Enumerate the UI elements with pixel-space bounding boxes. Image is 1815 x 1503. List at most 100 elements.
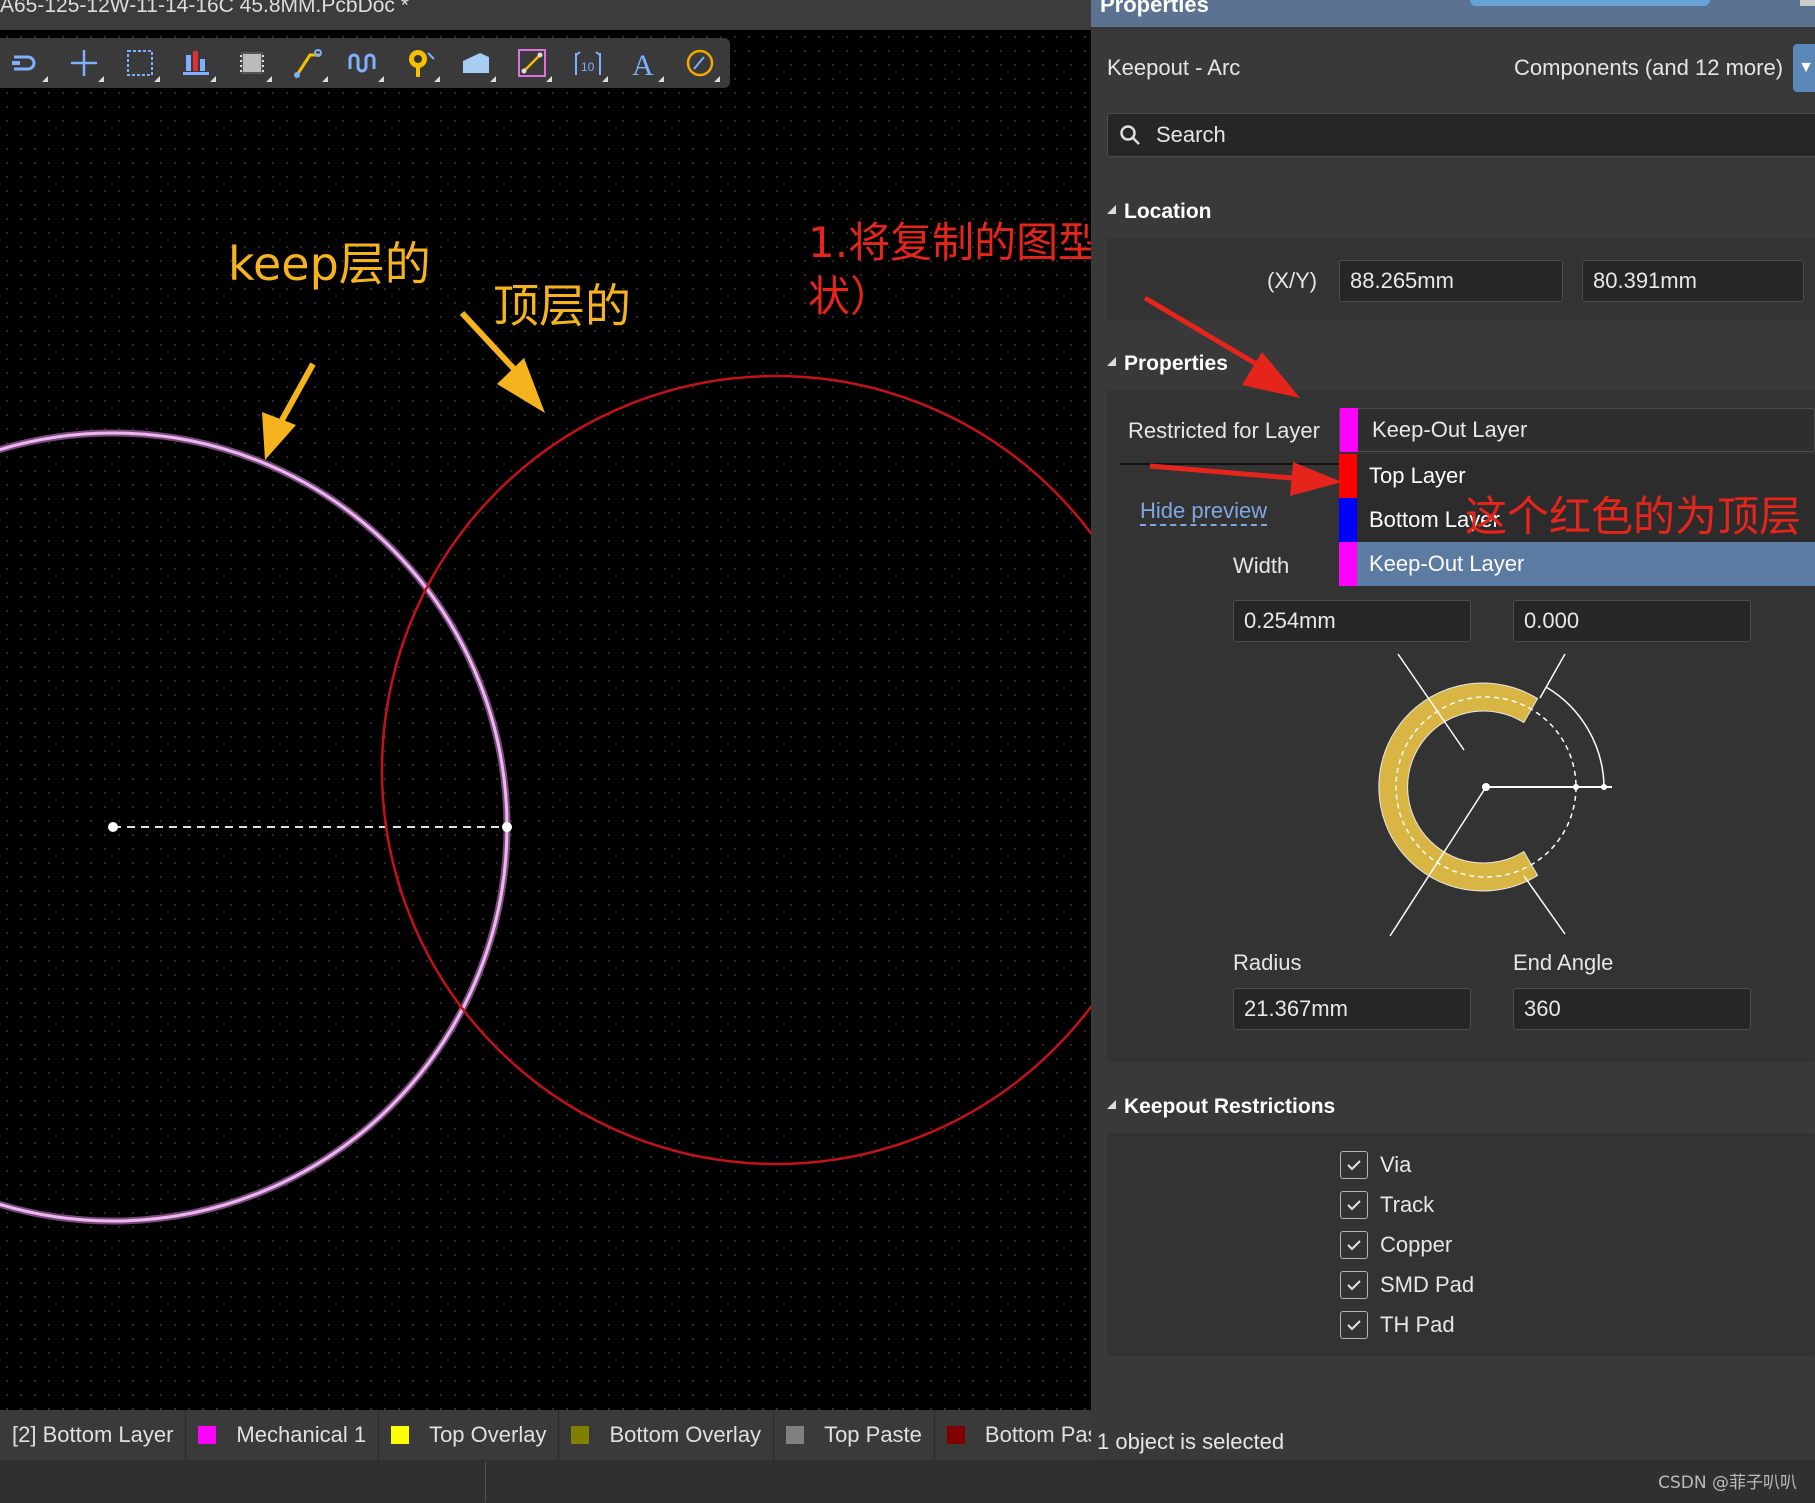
location-heading: Location — [1124, 200, 1212, 223]
checkbox-label: Via — [1380, 1152, 1412, 1177]
layer-tab-label: Bottom Overlay — [609, 1422, 762, 1447]
keepout-th-pad-checkbox[interactable]: TH Pad — [1340, 1311, 1455, 1339]
text-icon[interactable]: A — [616, 38, 672, 88]
layer-tab-bottom-overlay[interactable]: Bottom Overlay — [559, 1410, 775, 1460]
layer-color-swatch — [391, 1426, 410, 1444]
checkbox-label: SMD Pad — [1380, 1272, 1475, 1297]
keepout-smd-pad-checkbox[interactable]: SMD Pad — [1340, 1271, 1474, 1299]
selection-status: 1 object is selected — [1097, 1429, 1285, 1454]
top-layer-arc[interactable] — [380, 374, 1091, 1166]
end-angle-label: End Angle — [1513, 950, 1614, 975]
checkbox-label: TH Pad — [1380, 1312, 1455, 1337]
layer-tab-bottom-paste[interactable]: Bottom Past — [935, 1410, 1091, 1460]
width-label: Width — [1233, 553, 1290, 578]
dropdown-option-label: Keep-Out Layer — [1369, 551, 1525, 576]
divider — [1120, 463, 1340, 465]
track-icon[interactable] — [280, 38, 336, 88]
component-icon[interactable] — [224, 38, 280, 88]
search-icon — [1120, 125, 1140, 145]
fill-icon[interactable] — [448, 38, 504, 88]
layer-tab-top-overlay[interactable]: Top Overlay — [379, 1410, 560, 1460]
arc-radius-handle[interactable] — [502, 822, 512, 832]
keepout-via-checkbox[interactable]: Via — [1340, 1151, 1411, 1179]
interactive-tune-icon[interactable] — [336, 38, 392, 88]
checkbox-checked-icon — [1340, 1151, 1368, 1179]
align-icon[interactable] — [168, 38, 224, 88]
keepout-section — [1107, 1133, 1815, 1356]
properties-section-header[interactable]: Properties — [1107, 352, 1228, 376]
location-section-header[interactable]: Location — [1107, 200, 1212, 224]
layer-color-swatch — [786, 1426, 805, 1444]
arc-icon[interactable] — [672, 38, 728, 88]
svg-text:10: 10 — [581, 60, 595, 74]
status-bar — [0, 1460, 1815, 1503]
arc-center-handle[interactable] — [108, 822, 118, 832]
layer-color-swatch — [1339, 498, 1357, 542]
dropdown-option-keep-out-layer[interactable]: Keep-Out Layer — [1339, 542, 1815, 586]
radius-label: Radius — [1233, 950, 1302, 975]
canvas-toolbar: 10 A — [0, 38, 730, 88]
dropdown-option-label: Top Layer — [1369, 463, 1466, 488]
filter-icon[interactable]: ▼ — [1793, 44, 1815, 92]
document-title: A65-125-12W-11-14-16C 45.8MM.PcbDoc * — [0, 0, 409, 17]
checkbox-checked-icon — [1340, 1231, 1368, 1259]
layer-tab-top-paste[interactable]: Top Paste — [774, 1410, 935, 1460]
restricted-layer-label: Restricted for Layer — [1128, 418, 1320, 443]
keepout-copper-checkbox[interactable]: Copper — [1340, 1231, 1452, 1259]
selection-filter-label[interactable]: Components (and 12 more) — [1514, 55, 1783, 81]
search-input[interactable]: Search — [1107, 113, 1815, 157]
layer-color-swatch — [198, 1426, 217, 1444]
top-layer-annotation: 顶层的 — [493, 279, 631, 333]
x-location-field[interactable]: 88.265mm — [1339, 260, 1563, 302]
layer-color-swatch — [1339, 454, 1357, 498]
layer-color-swatch — [946, 1426, 965, 1444]
radius-field[interactable]: 21.367mm — [1233, 988, 1471, 1030]
place-via-icon[interactable] — [392, 38, 448, 88]
layer-tab-label: Bottom Past — [984, 1422, 1091, 1447]
keep-arrow-icon — [262, 362, 316, 460]
keepout-section-header[interactable]: Keepout Restrictions — [1107, 1095, 1335, 1119]
checkbox-label: Copper — [1380, 1232, 1453, 1257]
checkbox-checked-icon — [1340, 1191, 1368, 1219]
y-location-field[interactable]: 80.391mm — [1582, 260, 1804, 302]
panel-tab-indicator[interactable] — [1470, 0, 1710, 6]
line-icon[interactable] — [504, 38, 560, 88]
hide-preview-link[interactable]: Hide preview — [1140, 498, 1268, 526]
checkbox-label: Track — [1380, 1192, 1435, 1217]
keep-layer-annotation: keep层的 — [228, 237, 431, 291]
checkbox-checked-icon — [1340, 1271, 1368, 1299]
layer-tab-label: [2] Bottom Layer — [12, 1422, 174, 1447]
layer-color-swatch — [1340, 408, 1358, 452]
layer-tab-mechanical-1[interactable]: Mechanical 1 — [186, 1410, 380, 1460]
select-rect-icon[interactable] — [112, 38, 168, 88]
watermark: CSDN @菲子叭叭 — [1658, 1473, 1797, 1493]
layer-tab-label: Mechanical 1 — [236, 1422, 367, 1447]
width-field[interactable]: 0.254mm — [1233, 600, 1471, 642]
restricted-layer-value: Keep-Out Layer — [1372, 417, 1528, 442]
keepout-track-checkbox[interactable]: Track — [1340, 1191, 1434, 1219]
note-red-is-top-layer: 这个红色的为顶层 — [1465, 492, 1802, 541]
checkbox-checked-icon — [1340, 1311, 1368, 1339]
layer-tab-label: Top Paste — [824, 1422, 922, 1447]
start-angle-field[interactable]: 0.000 — [1513, 600, 1751, 642]
layer-tab-bar: [2] Bottom Layer Mechanical 1 Top Overla… — [0, 1410, 1091, 1460]
layer-tab-bottom-layer[interactable]: [2] Bottom Layer — [0, 1410, 187, 1460]
end-angle-field[interactable]: 360 — [1513, 988, 1751, 1030]
panel-menu-icon[interactable] — [1800, 0, 1815, 6]
search-placeholder: Search — [1156, 122, 1226, 147]
object-type-label: Keepout - Arc — [1107, 55, 1241, 80]
document-tab[interactable]: A65-125-12W-11-14-16C 45.8MM.PcbDoc * — [0, 0, 1091, 30]
properties-heading: Properties — [1124, 352, 1228, 375]
layer-color-swatch — [1339, 542, 1357, 586]
status-separator — [485, 1462, 486, 1502]
restricted-layer-select[interactable]: Keep-Out Layer — [1339, 408, 1815, 452]
xy-label: (X/Y) — [1267, 268, 1318, 293]
layer-color-swatch — [571, 1426, 590, 1444]
arc-preview-diagram — [1378, 653, 1612, 937]
panel-title: Properties — [1100, 0, 1209, 17]
crosshair-icon[interactable] — [56, 38, 112, 88]
layer-tab-label: Top Overlay — [429, 1422, 547, 1447]
dimension-icon[interactable]: 10 — [560, 38, 616, 88]
route-icon[interactable] — [0, 38, 56, 88]
svg-text:A: A — [632, 49, 654, 79]
